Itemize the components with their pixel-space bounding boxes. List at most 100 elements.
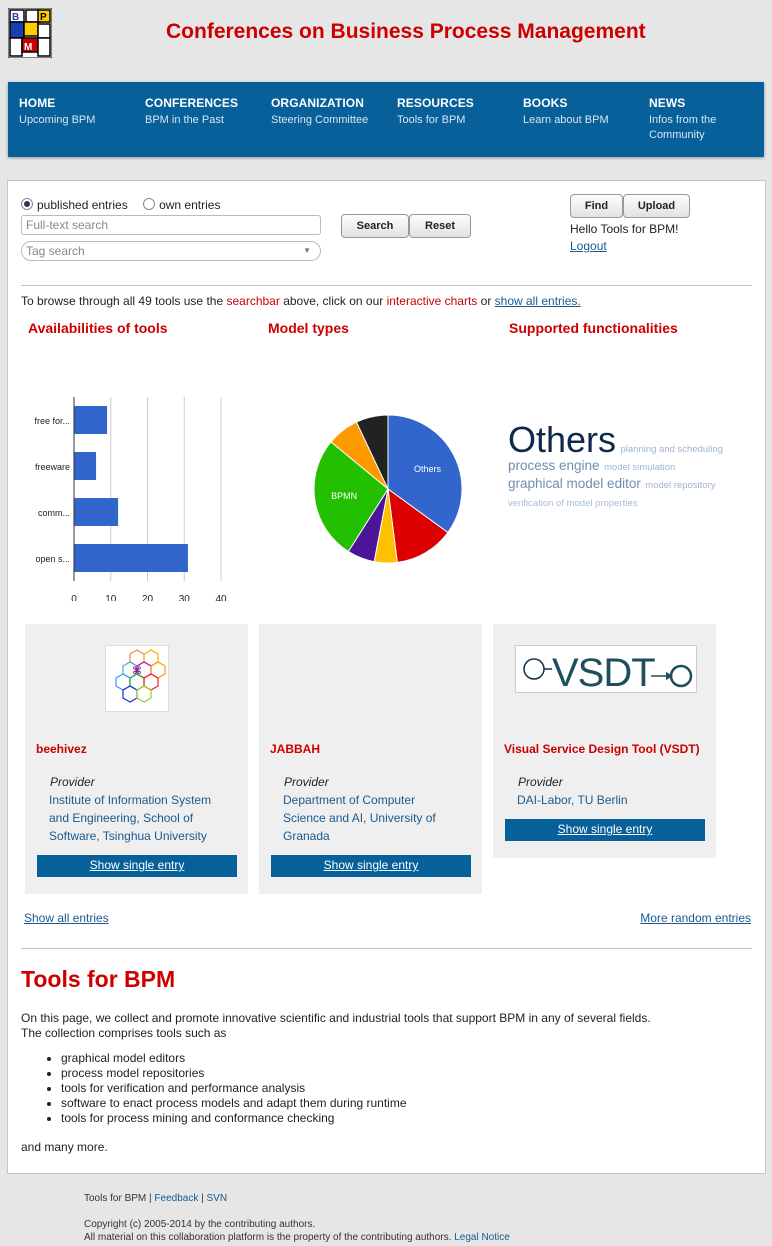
nav-books-sub[interactable]: Learn about BPM xyxy=(523,113,643,128)
nav-item-news[interactable]: NEWS Infos from the Community xyxy=(649,96,749,143)
tag-verification-of-model-properties[interactable]: verification of model properties xyxy=(508,498,637,509)
y-tick-label: comm... xyxy=(38,508,70,518)
radio-own-label[interactable]: own entries xyxy=(159,198,220,212)
model-types-pie-chart[interactable]: Others BPMN xyxy=(304,405,472,573)
tag-model-repository[interactable]: model repository xyxy=(645,480,715,491)
tag-planning-and-scheduling[interactable]: planning and scheduling xyxy=(621,444,723,455)
nav-item-resources[interactable]: RESOURCES Tools for BPM xyxy=(397,96,517,128)
header: B P M Conferences on Business Process Ma… xyxy=(0,0,772,70)
tag-graphical-model-editor[interactable]: graphical model editor xyxy=(508,476,641,491)
nav-resources-title[interactable]: RESOURCES xyxy=(397,96,517,110)
svg-text:⌘: ⌘ xyxy=(132,666,142,677)
intro-closing: and many more. xyxy=(21,1140,108,1154)
upload-button[interactable]: Upload xyxy=(623,194,690,218)
tool-card-vsdt: VSDT Visual Service Design Tool (VSDT) P… xyxy=(493,624,716,858)
x-tick-label: 40 xyxy=(215,594,227,601)
nav-item-organization[interactable]: ORGANIZATION Steering Committee xyxy=(271,96,391,128)
provider-label: Provider xyxy=(518,775,563,789)
searchbar-link[interactable]: searchbar xyxy=(226,294,279,308)
show-single-entry-button[interactable]: Show single entry xyxy=(271,855,471,877)
provider-label: Provider xyxy=(50,775,95,789)
divider xyxy=(21,948,752,949)
show-single-entry-button[interactable]: Show single entry xyxy=(505,819,705,841)
provider-label: Provider xyxy=(284,775,329,789)
provider-link[interactable]: Department of Computer Science and AI, U… xyxy=(283,791,453,845)
radio-published[interactable] xyxy=(21,198,33,210)
search-button[interactable]: Search xyxy=(341,214,409,238)
list-item: tools for process mining and conformance… xyxy=(61,1111,407,1126)
find-button[interactable]: Find xyxy=(570,194,623,218)
browse-hint: To browse through all 49 tools use the s… xyxy=(21,294,581,308)
nav-news-title[interactable]: NEWS xyxy=(649,96,749,110)
nav-home-sub[interactable]: Upcoming BPM xyxy=(19,113,139,128)
show-all-entries-link[interactable]: show all entries. xyxy=(495,294,581,308)
y-tick-label: open s... xyxy=(35,554,70,564)
page-footer: Tools for BPM | Feedback | SVN Copyright… xyxy=(84,1192,510,1244)
bar xyxy=(74,452,97,480)
interactive-charts-link[interactable]: interactive charts xyxy=(387,294,478,308)
nav-item-books[interactable]: BOOKS Learn about BPM xyxy=(523,96,643,128)
feedback-link[interactable]: Feedback xyxy=(154,1193,198,1204)
provider-link[interactable]: DAI-Labor, TU Berlin xyxy=(517,791,697,809)
list-item: tools for verification and performance a… xyxy=(61,1081,407,1096)
nav-item-home[interactable]: HOME Upcoming BPM xyxy=(19,96,139,128)
footer-sep: | xyxy=(201,1193,204,1204)
nav-organization-sub[interactable]: Steering Committee xyxy=(271,113,391,128)
bpm-logo[interactable]: B P M xyxy=(8,8,52,58)
x-tick-label: 0 xyxy=(71,594,77,601)
vsdt-logo-text: VSDT xyxy=(552,651,655,692)
more-random-entries-link[interactable]: More random entries xyxy=(640,911,751,925)
pie-label: BPMN xyxy=(331,491,357,501)
site-title: Conferences on Business Process Manageme… xyxy=(166,20,646,43)
card-title-jabbah[interactable]: JABBAH xyxy=(270,742,320,756)
vsdt-logo[interactable]: VSDT xyxy=(515,645,697,695)
svn-link[interactable]: SVN xyxy=(207,1193,228,1204)
main-nav: HOME Upcoming BPM CONFERENCES BPM in the… xyxy=(8,82,764,157)
reset-button[interactable]: Reset xyxy=(409,214,471,238)
nav-news-sub[interactable]: Infos from the Community xyxy=(649,113,749,143)
radio-published-label[interactable]: published entries xyxy=(37,198,128,212)
availability-bar-chart[interactable]: 0 10 20 30 40 free for... freeware comm... open … xyxy=(22,389,242,601)
hexagon-logo-icon: ⌘ xyxy=(115,649,166,703)
bar xyxy=(74,498,119,526)
fulltext-search-input[interactable]: Full-text search xyxy=(21,215,321,235)
nav-item-conferences[interactable]: CONFERENCES BPM in the Past xyxy=(145,96,265,128)
provider-link[interactable]: Institute of Information System and Engi… xyxy=(49,791,229,845)
pie-label: Others xyxy=(414,464,442,474)
chevron-down-icon[interactable]: ▼ xyxy=(303,242,311,260)
vsdt-logo-icon: VSDT xyxy=(523,651,693,695)
nav-conferences-title[interactable]: CONFERENCES xyxy=(145,96,265,110)
tag-process-engine[interactable]: process engine xyxy=(508,458,600,473)
nav-home-title[interactable]: HOME xyxy=(19,96,139,110)
nav-books-title[interactable]: BOOKS xyxy=(523,96,643,110)
show-all-entries-link[interactable]: Show all entries xyxy=(24,911,109,925)
tag-search-input[interactable]: Tag search ▼ xyxy=(21,241,321,261)
logo-letter-b: B xyxy=(12,12,19,23)
footer-site: Tools for BPM xyxy=(84,1193,147,1204)
tag-model-simulation[interactable]: model simulation xyxy=(604,462,675,473)
logo-letter-m: M xyxy=(24,42,32,53)
entry-filter: published entries own entries xyxy=(21,198,220,212)
x-tick-label: 20 xyxy=(142,594,154,601)
property-notice: All material on this collaboration platf… xyxy=(84,1232,452,1243)
tag-others[interactable]: Others xyxy=(508,419,616,460)
beehivez-logo[interactable]: ⌘ xyxy=(105,645,169,712)
nav-conferences-sub[interactable]: BPM in the Past xyxy=(145,113,265,128)
tool-card-jabbah: JABBAH Provider Department of Computer S… xyxy=(259,624,482,894)
user-greeting: Hello Tools for BPM! xyxy=(570,222,679,236)
show-single-entry-button[interactable]: Show single entry xyxy=(37,855,237,877)
nav-resources-sub[interactable]: Tools for BPM xyxy=(397,113,517,128)
card-title-beehivez[interactable]: beehivez xyxy=(36,742,87,756)
browse-or: or xyxy=(480,294,492,308)
x-tick-label: 10 xyxy=(105,594,117,601)
legal-notice-link[interactable]: Legal Notice xyxy=(454,1232,510,1243)
logout-link[interactable]: Logout xyxy=(570,239,607,253)
functionalities-title: Supported functionalities xyxy=(509,320,678,336)
nav-organization-title[interactable]: ORGANIZATION xyxy=(271,96,391,110)
logo-letter-p: P xyxy=(40,12,47,23)
tag-search-placeholder: Tag search xyxy=(26,244,85,258)
y-tick-label: freeware xyxy=(35,462,70,472)
model-types-title: Model types xyxy=(268,320,349,336)
card-title-vsdt[interactable]: Visual Service Design Tool (VSDT) xyxy=(504,742,700,756)
radio-own[interactable] xyxy=(143,198,156,210)
